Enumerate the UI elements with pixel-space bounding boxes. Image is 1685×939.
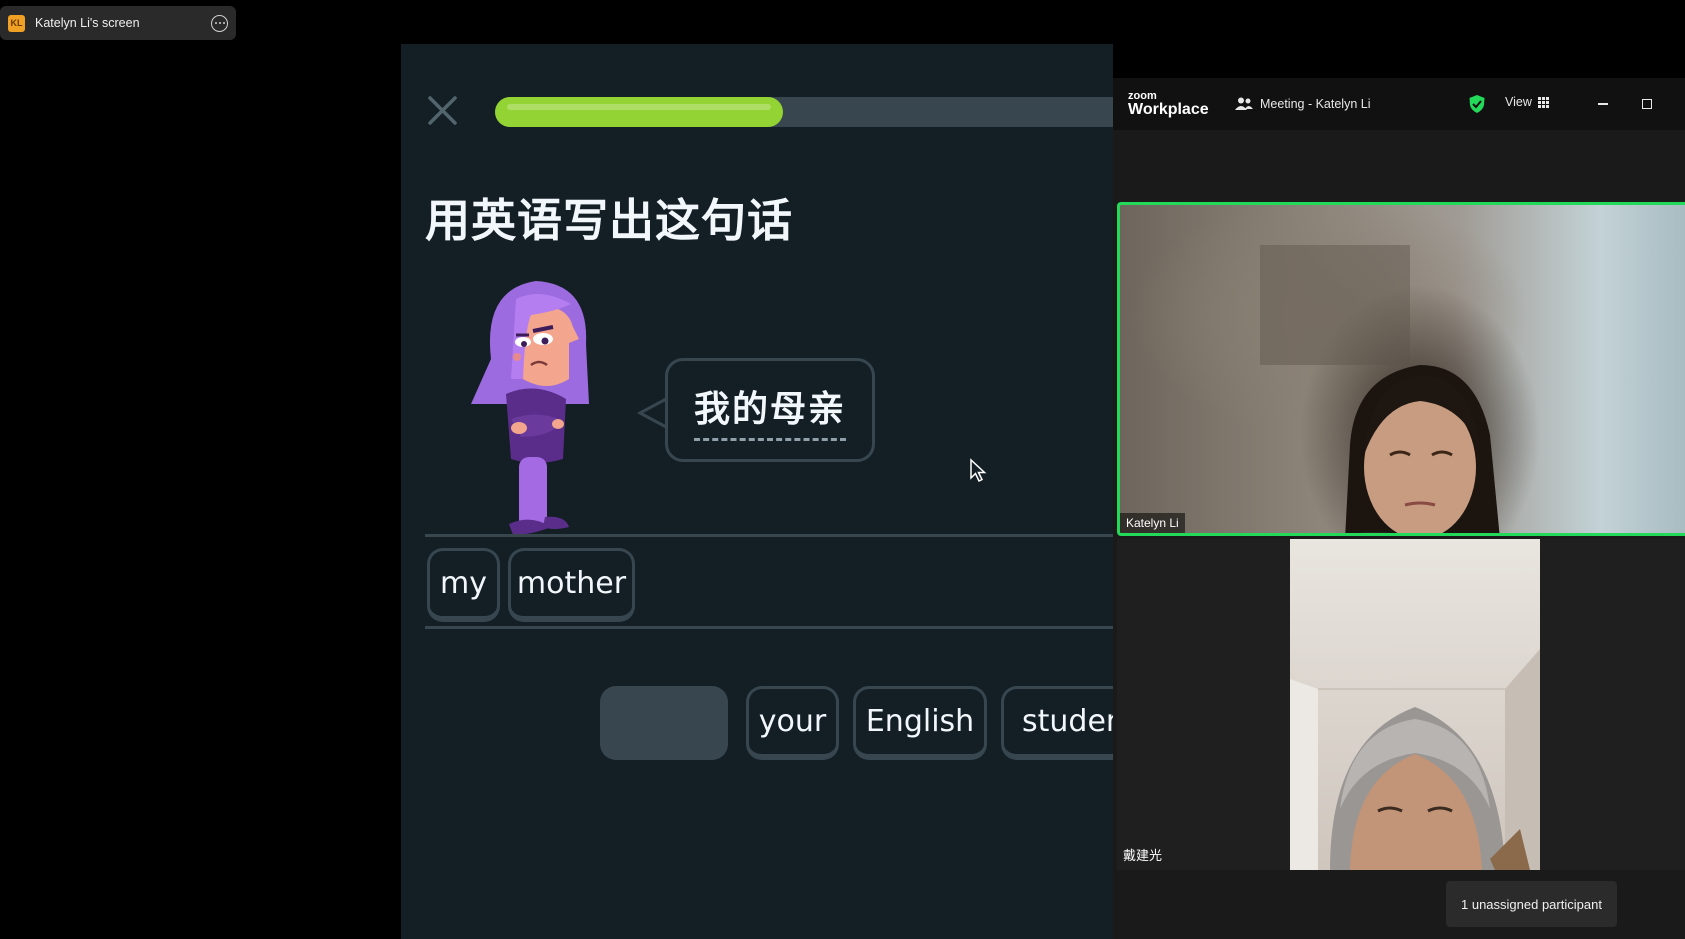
unassigned-participant-notice[interactable]: 1 unassigned participant	[1446, 881, 1617, 927]
word-chip-english[interactable]: English	[853, 686, 987, 760]
lesson-progress-bar	[495, 97, 1113, 127]
zoom-title-bar[interactable]: zoom Workplace Meeting - Katelyn Li View	[1113, 78, 1685, 130]
mouse-cursor-icon	[970, 458, 987, 483]
participant-video-2	[1290, 539, 1540, 870]
speech-bubble[interactable]: 我的母亲	[665, 358, 875, 462]
encryption-shield-icon[interactable]	[1468, 94, 1486, 114]
word-chip-student[interactable]: studen	[1001, 686, 1113, 760]
participant-video-tile-katelyn-li[interactable]: Katelyn Li	[1117, 202, 1685, 536]
sharer-avatar: KL	[8, 14, 25, 32]
answer-line-bottom	[425, 626, 1113, 629]
close-icon[interactable]	[426, 94, 459, 127]
zoom-logo-small: zoom	[1128, 89, 1157, 102]
participants-icon	[1235, 97, 1253, 110]
minimize-icon[interactable]	[1593, 94, 1613, 114]
participant-name-2: 戴建光	[1123, 849, 1163, 864]
maximize-icon[interactable]	[1637, 94, 1657, 114]
bubble-text[interactable]: 我的母亲	[693, 380, 846, 441]
answer-chip-mother[interactable]: mother	[508, 548, 635, 622]
view-button[interactable]: View	[1505, 95, 1549, 109]
screen: KL Katelyn Li's screen 用英语写出这句话 我的母亲 my …	[0, 0, 1685, 939]
prompt-title: 用英语写出这句话	[425, 194, 794, 247]
view-label: View	[1505, 95, 1532, 109]
word-chip-your[interactable]: your	[746, 686, 839, 760]
screen-share-indicator[interactable]: KL Katelyn Li's screen	[0, 6, 236, 40]
shared-screen: 用英语写出这句话 我的母亲 my mother your English stu…	[401, 44, 1113, 939]
more-options-icon[interactable]	[211, 14, 228, 32]
participant-video-katelyn-li	[1260, 245, 1500, 533]
zoom-workplace-logo: zoom Workplace	[1128, 89, 1218, 118]
participant-video-tile-2[interactable]: 戴建光	[1117, 539, 1685, 870]
answer-chip-my[interactable]: my	[427, 548, 500, 622]
word-bank-used-slot	[600, 686, 728, 760]
zoom-logo-big: Workplace	[1128, 100, 1209, 118]
zoom-meeting-window: zoom Workplace Meeting - Katelyn Li View	[1113, 78, 1685, 939]
grid-view-icon	[1537, 96, 1549, 108]
meeting-title: Meeting - Katelyn Li	[1260, 97, 1371, 111]
lesson-progress-fill	[495, 97, 783, 127]
lily-character-illustration	[471, 281, 589, 535]
answer-line-top	[425, 534, 1113, 537]
participant-name-katelyn-li: Katelyn Li	[1120, 513, 1185, 533]
screen-share-label: Katelyn Li's screen	[35, 16, 140, 30]
